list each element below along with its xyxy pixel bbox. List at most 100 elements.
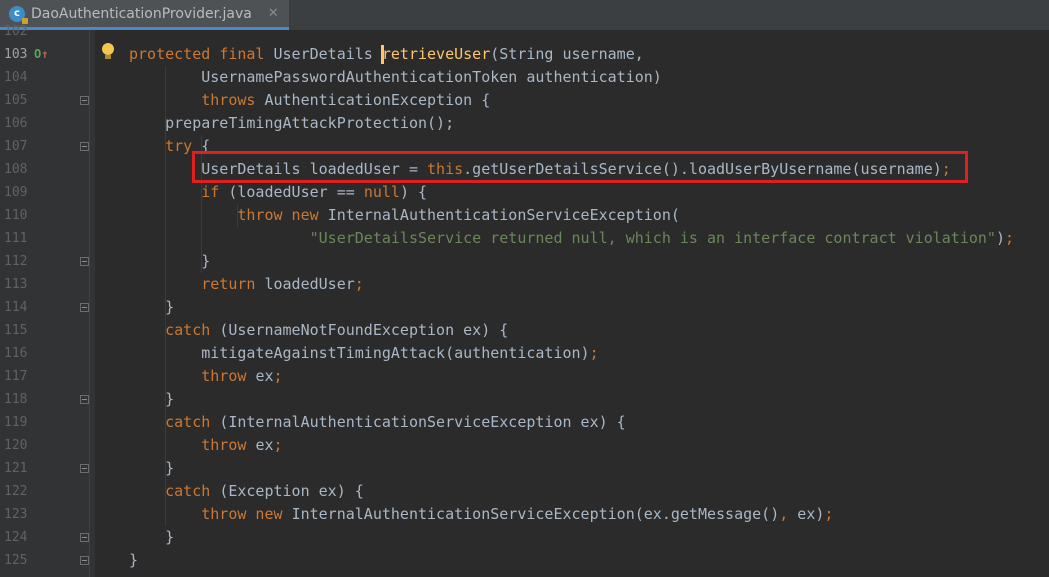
code-token: } (129, 252, 211, 270)
fold-marker-icon[interactable] (80, 464, 89, 473)
tab-label: DaoAuthenticationProvider.java (31, 5, 252, 22)
fold-marker-icon[interactable] (80, 556, 89, 565)
tab-dao-authentication-provider[interactable]: c DaoAuthenticationProvider.java ✕ (0, 0, 289, 30)
code-token: (String username, (490, 45, 644, 63)
line-number-gutter: 102 103 104 105 106 107 108 109 110 111 112 113 114 1… (0, 24, 95, 577)
code-token: ) { (399, 183, 428, 201)
code-line[interactable]: UsernamePasswordAuthenticationToken auth… (129, 66, 662, 89)
text-caret (381, 45, 384, 64)
close-icon[interactable]: ✕ (268, 6, 279, 21)
code-line[interactable]: "UserDetailsService returned null, which… (129, 227, 1014, 250)
line-number: 125 (4, 553, 28, 568)
code-line[interactable]: throw ex; (129, 434, 283, 457)
editor-tab-bar: c DaoAuthenticationProvider.java ✕ (0, 0, 1049, 31)
code-line[interactable]: throw ex; (129, 365, 283, 388)
line-number: 106 (4, 116, 28, 131)
code-token: } (129, 551, 139, 569)
code-line[interactable]: return loadedUser; (129, 273, 364, 296)
code-token: final (219, 45, 274, 63)
fold-marker-icon[interactable] (80, 533, 89, 542)
line-number: 121 (4, 461, 28, 476)
code-token: (loadedUser == (228, 183, 364, 201)
code-line[interactable]: throws AuthenticationException { (129, 89, 490, 112)
code-line[interactable]: } (129, 388, 174, 411)
code-token: InternalAuthenticationServiceException( (327, 206, 680, 224)
fold-marker-icon[interactable] (80, 303, 89, 312)
line-number: 122 (4, 484, 28, 499)
code-line[interactable]: mitigateAgainstTimingAttack(authenticati… (129, 342, 599, 365)
code-token: mitigateAgainstTimingAttack(authenticati… (129, 344, 590, 362)
code-line[interactable]: catch (InternalAuthenticationServiceExce… (129, 411, 626, 434)
code-token: return (201, 275, 265, 293)
code-token: InternalAuthenticationServiceException(e… (291, 505, 780, 523)
code-token: ex (255, 367, 274, 385)
code-token: throws (201, 91, 265, 109)
line-number: 112 (4, 254, 28, 269)
code-token: null (363, 183, 400, 201)
code-token: catch (165, 413, 220, 431)
code-line[interactable]: if (loadedUser == null) { (129, 181, 427, 204)
code-line[interactable]: protected final UserDetails retrieveUser… (129, 43, 644, 66)
code-token: , (779, 505, 798, 523)
fold-marker-icon[interactable] (80, 257, 89, 266)
lightbulb-icon[interactable] (101, 43, 115, 61)
line-number: 107 (4, 139, 28, 154)
line-number: 114 (4, 300, 28, 315)
code-line[interactable]: catch (UsernameNotFoundException ex) { (129, 319, 508, 342)
code-token: } (129, 459, 175, 477)
fold-marker-icon[interactable] (80, 96, 89, 105)
line-number: 118 (4, 392, 28, 407)
override-method-icon[interactable]: O↑ (34, 47, 48, 61)
gutter-divider (89, 30, 90, 577)
code-token: (Exception ex) { (219, 482, 364, 500)
code-token: } (129, 528, 175, 546)
code-token: UserDetails (273, 45, 382, 63)
code-token: throw new (201, 505, 292, 523)
code-token: ; (273, 436, 283, 454)
code-line[interactable]: throw new InternalAuthenticationServiceE… (129, 204, 680, 227)
code-line[interactable]: } (129, 296, 174, 319)
fold-marker-icon[interactable] (80, 395, 89, 404)
code-token: } (129, 298, 175, 316)
line-number: 113 (4, 277, 28, 292)
line-number: 120 (4, 438, 28, 453)
line-number: 119 (4, 415, 28, 430)
code-line[interactable]: throw new InternalAuthenticationServiceE… (129, 503, 833, 526)
code-token: ; (589, 344, 599, 362)
code-token: (InternalAuthenticationServiceException … (219, 413, 626, 431)
code-line[interactable]: } (129, 250, 210, 273)
code-token: (UsernameNotFoundException ex) { (219, 321, 509, 339)
line-number: 103 (4, 47, 28, 62)
line-number: 124 (4, 530, 28, 545)
fold-marker-icon[interactable] (80, 142, 89, 151)
code-token: loadedUser (264, 275, 355, 293)
code-line[interactable]: } (129, 526, 174, 549)
code-line[interactable]: } (129, 457, 174, 480)
line-number: 110 (4, 208, 28, 223)
code-token: prepareTimingAttackProtection(); (129, 114, 455, 132)
code-editor[interactable]: protected final UserDetails retrieveUser… (95, 30, 1049, 577)
line-number: 117 (4, 369, 28, 384)
code-line[interactable]: catch (Exception ex) { (129, 480, 364, 503)
code-token: "UserDetailsService returned null, which… (309, 229, 996, 247)
code-token: ex (255, 436, 274, 454)
code-line[interactable]: } (129, 549, 138, 572)
line-number: 104 (4, 70, 28, 85)
code-token: ; (354, 275, 364, 293)
code-token: ; (273, 367, 283, 385)
code-token: ) (995, 229, 1005, 247)
code-token: if (201, 183, 229, 201)
code-line[interactable]: prepareTimingAttackProtection(); (129, 112, 454, 135)
line-number: 102 (4, 24, 28, 39)
code-token: throw (201, 436, 256, 454)
